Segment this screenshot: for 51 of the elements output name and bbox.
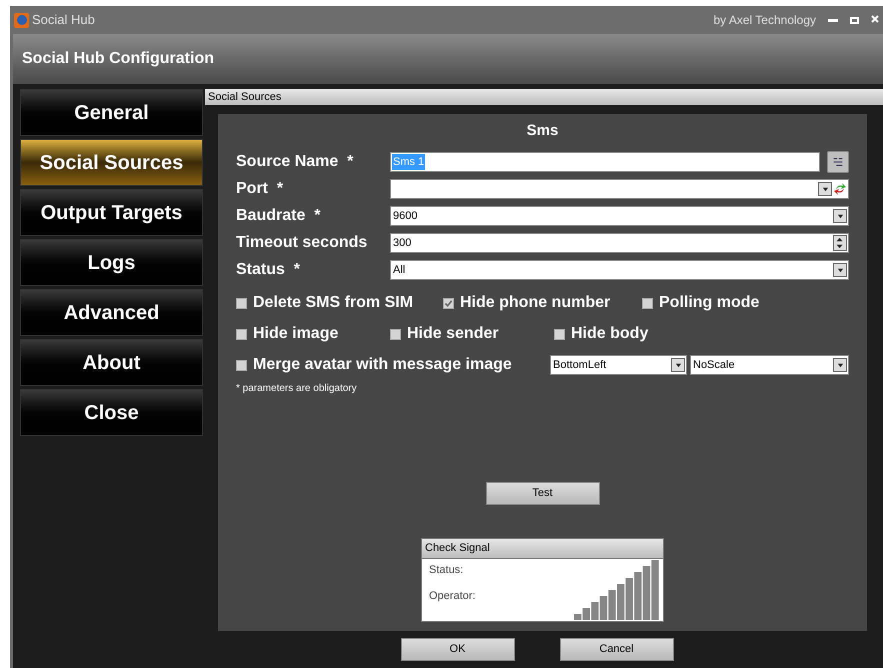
refresh-arrows-icon[interactable] (833, 182, 847, 196)
maximize-icon[interactable] (850, 16, 859, 24)
sidebar-item[interactable]: About (20, 339, 203, 386)
checkbox[interactable] (443, 298, 454, 308)
field-label: Baudrate * (236, 206, 322, 226)
sidebar-item[interactable]: General (20, 89, 203, 136)
field-label: Timeout seconds (236, 233, 368, 253)
checkbox-label: Hide body (571, 324, 648, 344)
status-label: Status: (429, 562, 464, 578)
checkbox-label: Hide phone number (460, 293, 610, 313)
sidebar-item[interactable]: Social Sources (20, 139, 203, 186)
field-label: Source Name * (236, 152, 354, 172)
checkbox[interactable] (236, 328, 247, 340)
signal-title: Check Signal (425, 540, 490, 556)
ok-button[interactable]: OK (400, 638, 514, 661)
field-label: Port * (236, 179, 284, 199)
sidebar-item[interactable]: Advanced (20, 289, 203, 336)
test-button[interactable]: Test (486, 482, 600, 504)
checkbox-label: Hide image (253, 324, 338, 344)
dropdown-field[interactable] (390, 179, 849, 199)
checkbox[interactable] (642, 298, 653, 308)
checkbox[interactable] (390, 328, 401, 340)
vendor-label: by Axel Technology (713, 12, 816, 29)
dropdown-field[interactable]: 9600 (390, 206, 849, 226)
dropdown-field[interactable]: NoScale (690, 355, 849, 375)
spinner-arrows-icon[interactable] (833, 235, 847, 251)
checkbox-label: Polling mode (659, 293, 760, 313)
sidebar-item[interactable]: Output Targets (20, 189, 203, 236)
sidebar-item[interactable]: Logs (20, 239, 203, 286)
field-label: Status * (236, 260, 302, 280)
app-logo-icon (14, 12, 29, 28)
close-icon[interactable] (871, 15, 879, 25)
checkbox[interactable] (236, 360, 247, 370)
header-title: Social Hub Configuration (22, 49, 214, 69)
minimize-icon[interactable] (828, 18, 838, 22)
dropdown-field[interactable]: BottomLeft (550, 355, 687, 375)
note-text: * parameters are obligatory (236, 382, 358, 396)
checkbox[interactable] (236, 298, 247, 308)
section-title: Sms (526, 121, 558, 141)
dropdown-field[interactable]: All (390, 260, 849, 280)
signal-bars-icon (574, 560, 660, 620)
checkbox-label: Merge avatar with message image (253, 355, 512, 375)
operator-label: Operator: (429, 589, 476, 604)
spinner-field[interactable]: 300 (390, 233, 849, 253)
cancel-button[interactable]: Cancel (560, 638, 674, 661)
checkbox-label: Delete SMS from SIM (253, 293, 414, 313)
panel-title: Social Sources (208, 90, 282, 105)
window-title: Social Hub (32, 11, 95, 30)
checkbox-label: Hide sender (407, 324, 499, 344)
sidebar-item[interactable]: Close (20, 389, 203, 436)
checkbox[interactable] (554, 328, 565, 340)
